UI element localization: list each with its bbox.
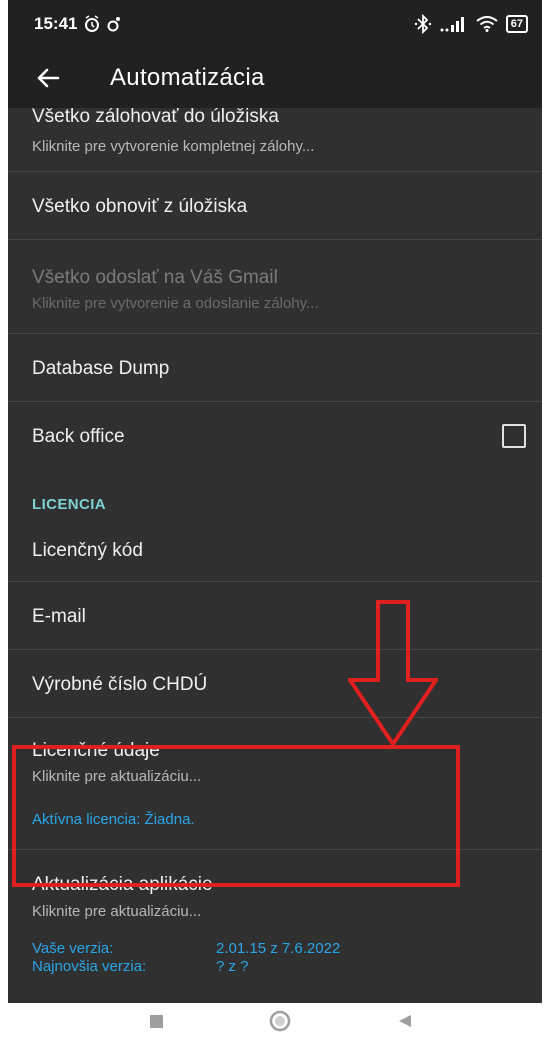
- item-title: Database Dump: [32, 358, 170, 379]
- system-nav-bar: [0, 1003, 550, 1039]
- signal-icon: [440, 17, 464, 32]
- item-summary: Kliknite pre vytvorenie kompletnej záloh…: [32, 138, 315, 155]
- status-time: 15:41: [34, 14, 78, 33]
- notification-icon: [107, 17, 121, 32]
- version-info: Vaše verzia: 2.01.15 z 7.6.2022 Najnovši…: [32, 940, 340, 976]
- item-title: Výrobné číslo CHDÚ: [32, 674, 208, 695]
- wifi-icon: [476, 16, 498, 32]
- battery-icon: 67: [505, 15, 528, 33]
- item-title: Všetko obnoviť z úložiska: [32, 196, 248, 217]
- item-summary: Kliknite pre aktualizáciu...: [32, 903, 202, 920]
- item-title: E-mail: [32, 606, 86, 627]
- list-item-restore-all[interactable]: Všetko obnoviť z úložiska: [8, 172, 542, 240]
- status-left: 15:41: [34, 14, 121, 34]
- version-row-current: Vaše verzia: 2.01.15 z 7.6.2022: [32, 940, 340, 958]
- annotation-highlight-box: [12, 745, 460, 887]
- arrow-back-icon[interactable]: [30, 60, 66, 96]
- list-item-serial-number[interactable]: Výrobné číslo CHDÚ: [8, 650, 542, 718]
- recent-apps-icon[interactable]: [150, 1015, 163, 1028]
- version-row-latest: Najnovšia verzia: ? z ?: [32, 958, 340, 976]
- back-office-checkbox[interactable]: [502, 424, 526, 448]
- bluetooth-icon: [414, 14, 431, 34]
- home-icon[interactable]: [268, 1009, 292, 1033]
- status-right: 67: [414, 14, 528, 34]
- back-icon[interactable]: [397, 1013, 413, 1029]
- list-item-send-gmail[interactable]: Všetko odoslať na Váš Gmail Kliknite pre…: [8, 240, 542, 334]
- section-header-license: LICENCIA: [32, 496, 107, 513]
- app-bar: Automatizácia: [8, 50, 542, 108]
- latest-version-label: Najnovšia verzia:: [32, 958, 147, 975]
- status-bar: 15:41 67: [8, 0, 542, 50]
- latest-version-value: ? z ?: [216, 958, 249, 975]
- list-item-database-dump[interactable]: Database Dump: [8, 334, 542, 402]
- your-version-label: Vaše verzia:: [32, 940, 114, 957]
- list-item-backup-all[interactable]: Všetko zálohovať do úložiska Kliknite pr…: [8, 106, 542, 172]
- item-title: Licenčný kód: [32, 540, 143, 561]
- item-title: Back office: [32, 426, 125, 447]
- list-item-back-office[interactable]: Back office: [8, 402, 542, 468]
- list-item-email[interactable]: E-mail: [8, 582, 542, 650]
- item-title: Všetko zálohovať do úložiska: [32, 106, 279, 127]
- annotation-arrow-icon: [348, 600, 438, 748]
- list-item-license-code[interactable]: Licenčný kód: [8, 520, 542, 582]
- app-screen: 15:41 67 Automatizácia Všetko zálohovať …: [8, 0, 542, 1003]
- alarm-icon: [85, 15, 100, 32]
- your-version-value: 2.01.15 z 7.6.2022: [216, 940, 341, 957]
- item-title: Všetko odoslať na Váš Gmail: [32, 267, 278, 288]
- item-summary: Kliknite pre vytvorenie a odoslanie zálo…: [32, 295, 319, 312]
- page-title: Automatizácia: [110, 64, 265, 91]
